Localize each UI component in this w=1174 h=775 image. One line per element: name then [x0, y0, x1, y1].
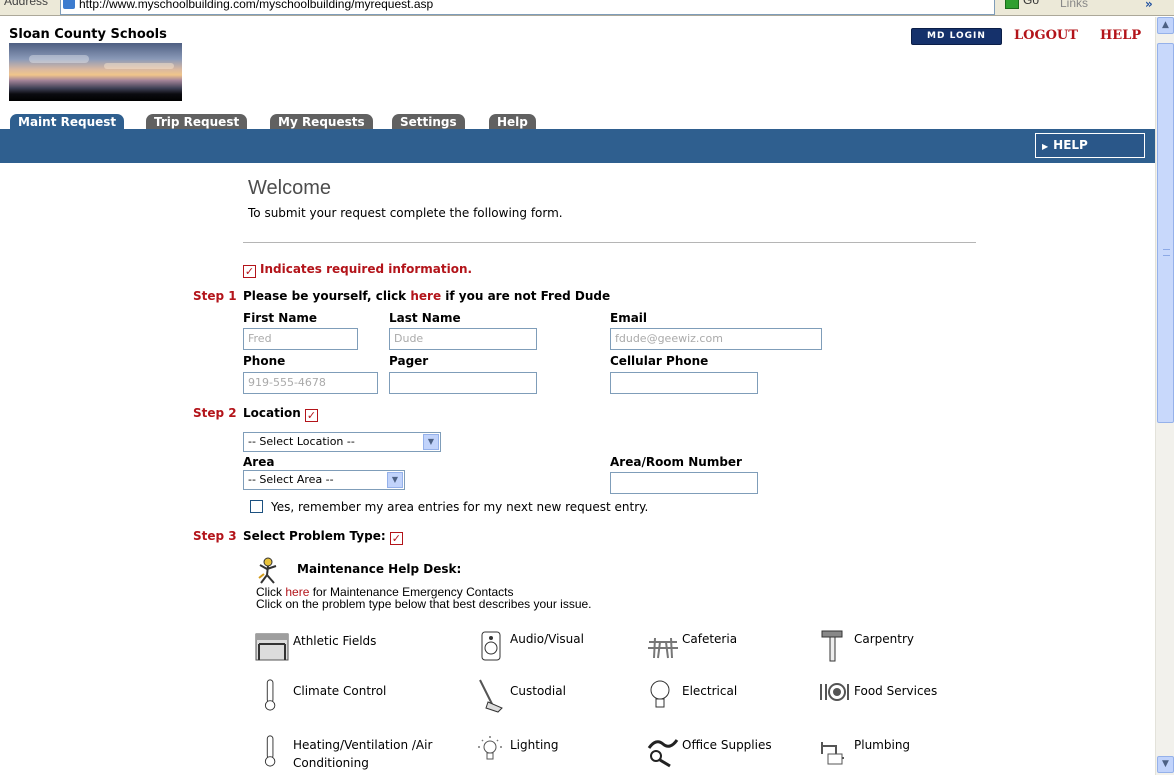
go-label: Go [1023, 0, 1040, 7]
cellular-field[interactable] [610, 372, 758, 394]
step-1-text-after: if you are not Fred Dude [441, 289, 611, 303]
pager-label: Pager [389, 354, 429, 368]
play-arrow-icon: ▶ [1042, 142, 1049, 151]
phone-field[interactable]: 919-555-4678 [243, 372, 378, 394]
faucet-icon [821, 742, 844, 765]
office-supplies-icon [647, 739, 679, 768]
room-number-field[interactable] [610, 472, 758, 494]
problem-type-label: Athletic Fields [293, 634, 377, 648]
chevron-down-icon[interactable]: ▼ [423, 434, 439, 450]
athletic-field-icon [255, 633, 289, 661]
hammer-icon [821, 630, 843, 662]
location-select[interactable]: -- Select Location -- ▼ [243, 432, 441, 452]
lit-bulb-icon [478, 736, 502, 760]
scroll-up-icon[interactable]: ▲ [1157, 17, 1174, 34]
problem-type-label: Plumbing [854, 738, 911, 752]
problem-type-label: Heating/Ventilation /Air Conditioning [293, 738, 433, 770]
remember-checkbox[interactable] [250, 500, 263, 513]
problem-type-label: Carpentry [854, 632, 915, 646]
help-button-label: HELP [1053, 138, 1088, 152]
chevron-right-icon[interactable]: » [1145, 0, 1153, 11]
required-check-icon: ✓ [304, 409, 318, 422]
divider [243, 242, 976, 243]
page-icon [63, 0, 75, 9]
email-label: Email [610, 311, 648, 325]
chevron-down-icon[interactable]: ▼ [387, 472, 403, 488]
last-name-label: Last Name [389, 311, 461, 325]
cellular-label: Cellular Phone [610, 354, 709, 368]
address-label: Address [4, 0, 49, 8]
help-button[interactable]: ▶ HELP [1035, 133, 1145, 158]
organization-name: Sloan County Schools [9, 27, 167, 42]
required-note: ✓ Indicates required information. [243, 262, 472, 278]
step-2-heading: Location ✓ [243, 406, 318, 422]
last-name-field[interactable]: Dude [389, 328, 537, 350]
remember-label: Yes, remember my area entries for my nex… [271, 500, 649, 514]
instruction-text: Click on the problem type below that bes… [256, 597, 592, 611]
go-arrow-icon [1005, 0, 1019, 9]
plate-icon [820, 683, 849, 701]
pager-field[interactable] [389, 372, 537, 394]
problem-type-label: Food Services [854, 684, 938, 698]
md-login-button[interactable]: MD LOGIN [911, 28, 1002, 45]
problem-type-label: Cafeteria [682, 632, 738, 646]
thermometer-icon [264, 679, 276, 711]
help-link[interactable]: HELP [1100, 28, 1141, 43]
step-1-label: Step 1 [193, 289, 237, 303]
problem-type-label: Office Supplies [682, 738, 772, 752]
thermometer-icon [264, 735, 276, 767]
logout-link[interactable]: LOGOUT [1014, 28, 1078, 43]
first-name-field[interactable]: Fred [243, 328, 358, 350]
first-name-label: First Name [243, 311, 318, 325]
location-select-value: -- Select Location -- [248, 435, 355, 448]
problem-type-label: Custodial [510, 684, 566, 698]
help-desk-person-icon [258, 557, 277, 584]
area-select-value: -- Select Area -- [248, 473, 334, 486]
vertical-scrollbar[interactable]: ▲ ▼ [1155, 17, 1174, 775]
table-icon [648, 637, 678, 659]
page-title: Welcome [248, 177, 331, 199]
url-field[interactable]: http://www.myschoolbuilding.com/myschool… [60, 0, 995, 15]
banner-cloud [29, 55, 89, 63]
intro-text: To submit your request complete the foll… [248, 206, 563, 220]
problem-type-title: Select Problem Type: [243, 529, 386, 543]
not-me-link[interactable]: here [410, 289, 441, 303]
area-label: Area [243, 455, 275, 469]
required-note-text: Indicates required information. [260, 262, 473, 276]
browser-address-bar: Address http://www.myschoolbuilding.com/… [0, 0, 1174, 16]
required-check-icon: ✓ [389, 532, 403, 545]
speaker-icon [481, 631, 501, 661]
banner-image [9, 43, 182, 101]
location-title: Location [243, 406, 301, 420]
problem-type-label: Electrical [682, 684, 738, 698]
step-1-text: Please be yourself, click [243, 289, 411, 303]
step-3-heading: Select Problem Type: ✓ [243, 529, 403, 545]
problem-type-label: Climate Control [293, 684, 387, 698]
help-desk-title: Maintenance Help Desk: [297, 562, 462, 576]
help-desk-text: Click here for Maintenance Emergency Con… [256, 586, 592, 610]
links-label[interactable]: Links [1060, 0, 1088, 10]
mop-icon [479, 679, 503, 713]
nav-bar [0, 129, 1155, 163]
email-field[interactable]: fdude@geewiz.com [610, 328, 822, 350]
phone-label: Phone [243, 354, 286, 368]
go-button[interactable]: Go [1005, 0, 1057, 15]
room-number-label: Area/Room Number [610, 455, 742, 469]
step-1-heading: Please be yourself, click here if you ar… [243, 289, 610, 303]
scroll-grip-icon [1163, 249, 1170, 256]
step-2-label: Step 2 [193, 406, 237, 420]
required-check-icon: ✓ [243, 265, 256, 278]
scroll-down-icon[interactable]: ▼ [1157, 756, 1174, 773]
lightbulb-icon [650, 680, 670, 708]
scroll-thumb[interactable] [1157, 43, 1174, 423]
area-select[interactable]: -- Select Area -- ▼ [243, 470, 405, 490]
problem-type-label: Audio/Visual [510, 632, 584, 646]
banner-cloud [104, 63, 174, 69]
step-3-label: Step 3 [193, 529, 237, 543]
problem-type-label: Lighting [510, 738, 559, 752]
